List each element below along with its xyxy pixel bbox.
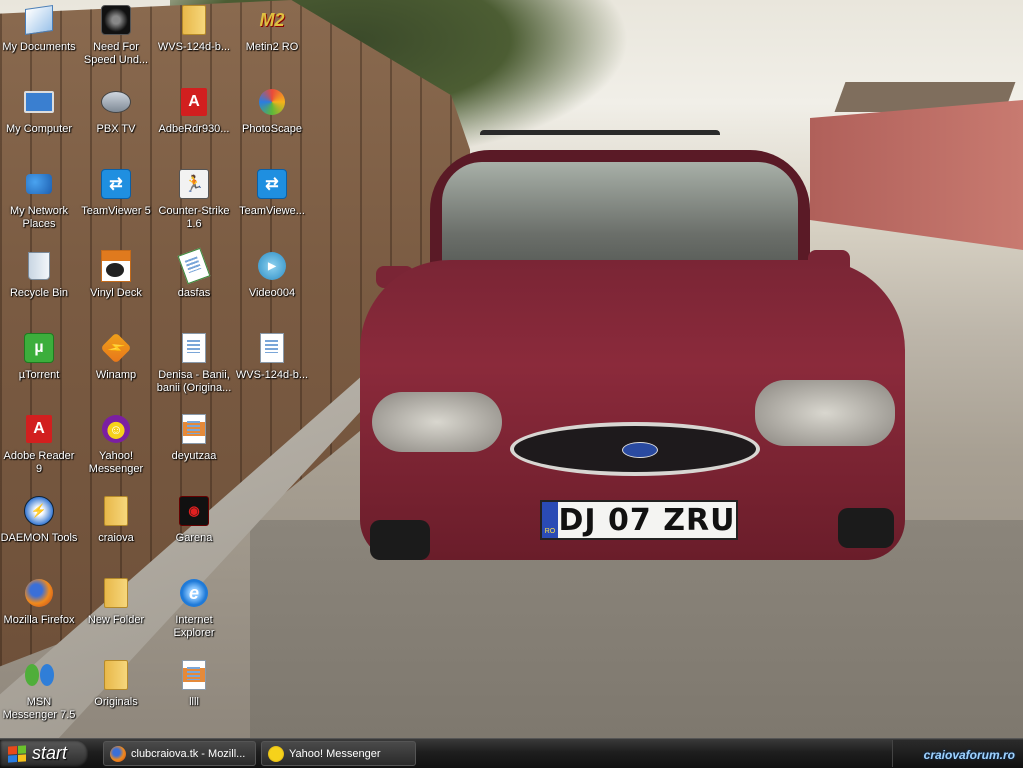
winamp-icon: ⚡	[100, 332, 132, 364]
desktop-icon-counter-strike[interactable]: 🏃 Counter-Strike 1.6	[154, 166, 234, 246]
desktop-icon-yahoo-messenger[interactable]: ☺ Yahoo! Messenger	[76, 411, 156, 491]
image-file-icon	[178, 413, 210, 445]
yahoo-messenger-icon: ☺	[100, 413, 132, 445]
desktop-icon-denisa-audio[interactable]: Denisa - Banii, banii (Origina...	[154, 330, 234, 410]
taskbar-button-label: Yahoo! Messenger	[289, 747, 381, 760]
folder-icon	[100, 495, 132, 527]
audio-file-icon	[178, 332, 210, 364]
recycle-bin-icon	[23, 250, 55, 282]
folder-icon	[178, 4, 210, 36]
msn-messenger-icon	[23, 659, 55, 691]
desktop-icon-llll[interactable]: llll	[154, 657, 234, 737]
teamviewer-icon: ⇄	[256, 168, 288, 200]
desktop-icon-dasfas[interactable]: dasfas	[154, 247, 234, 328]
video-file-icon: ▶	[256, 250, 288, 282]
folder-icon	[100, 659, 132, 691]
desktop: My Documents My Computer My Network Plac…	[0, 0, 1023, 738]
start-button[interactable]: start	[0, 740, 88, 767]
utorrent-icon: µ	[23, 332, 55, 364]
firefox-icon	[110, 745, 126, 762]
desktop-icon-winamp[interactable]: ⚡ Winamp	[76, 330, 156, 410]
desktop-icon-internet-explorer[interactable]: e Internet Explorer	[154, 575, 234, 655]
document-icon	[177, 247, 211, 285]
desktop-icon-teamviewer-2[interactable]: ⇄ TeamViewe...	[232, 166, 312, 246]
desktop-icon-recycle-bin[interactable]: Recycle Bin	[0, 248, 79, 328]
desktop-icon-wvs-document[interactable]: WVS-124d-b...	[232, 330, 312, 410]
system-tray: craiovaforum.ro	[892, 740, 1023, 767]
metin2-icon: M2	[259, 9, 285, 30]
nfs-icon	[100, 4, 132, 36]
garena-icon: ◉	[178, 495, 210, 527]
desktop-icon-network-places[interactable]: My Network Places	[0, 166, 79, 246]
taskbar-button-label: clubcraiova.tk - Mozill...	[131, 747, 246, 760]
desktop-icon-originals-folder[interactable]: Originals	[76, 657, 156, 737]
windows-logo-icon	[8, 744, 26, 763]
desktop-icon-pbx-tv[interactable]: PBX TV	[76, 84, 156, 164]
desktop-icon-daemon-tools[interactable]: ⚡ DAEMON Tools	[0, 493, 79, 573]
folder-icon	[100, 577, 132, 609]
vinyl-deck-icon	[100, 250, 132, 282]
desktop-icon-deyutzaa[interactable]: deyutzaa	[154, 411, 234, 491]
desktop-icon-video004[interactable]: ▶ Video004	[232, 248, 312, 328]
desktop-icon-new-folder[interactable]: New Folder	[76, 575, 156, 655]
desktop-icon-teamviewer[interactable]: ⇄ TeamViewer 5	[76, 166, 156, 246]
network-places-icon	[23, 168, 55, 200]
desktop-icon-wvs-folder[interactable]: WVS-124d-b...	[154, 2, 234, 82]
desktop-icon-my-documents[interactable]: My Documents	[0, 2, 79, 82]
my-computer-icon	[23, 86, 55, 118]
desktop-icon-firefox[interactable]: Mozilla Firefox	[0, 575, 79, 655]
desktop-icon-adberdr[interactable]: A AdbeRdr930...	[154, 84, 234, 164]
desktop-icon-metin2[interactable]: M2 Metin2 RO	[232, 2, 312, 82]
watermark-text: craiovaforum.ro	[923, 748, 1015, 762]
desktop-icon-photoscape[interactable]: PhotoScape	[232, 84, 312, 164]
firefox-icon	[23, 577, 55, 609]
desktop-icon-my-computer[interactable]: My Computer	[0, 84, 79, 164]
taskbar-button-yahoo-messenger[interactable]: Yahoo! Messenger	[261, 741, 416, 766]
my-documents-icon	[23, 4, 55, 36]
yahoo-messenger-icon	[268, 745, 284, 762]
image-file-icon	[178, 659, 210, 691]
start-label: start	[32, 743, 68, 763]
adobe-reader-icon: A	[23, 413, 55, 445]
taskbar: start clubcraiova.tk - Mozill... Yahoo! …	[0, 738, 1023, 768]
teamviewer-icon: ⇄	[100, 168, 132, 200]
desktop-icon-adobe-reader[interactable]: A Adobe Reader 9	[0, 411, 79, 491]
desktop-icon-nfs[interactable]: Need For Speed Und...	[76, 2, 156, 82]
counter-strike-icon: 🏃	[178, 168, 210, 200]
pbx-tv-icon	[100, 86, 132, 118]
document-icon	[256, 332, 288, 364]
photoscape-icon	[256, 86, 288, 118]
internet-explorer-icon: e	[178, 577, 210, 609]
pdf-installer-icon: A	[178, 86, 210, 118]
desktop-icon-vinyl-deck[interactable]: Vinyl Deck	[76, 248, 156, 328]
desktop-icon-utorrent[interactable]: µ µTorrent	[0, 330, 79, 410]
desktop-icon-msn-messenger[interactable]: MSN Messenger 7.5	[0, 657, 79, 737]
daemon-tools-icon: ⚡	[23, 495, 55, 527]
taskbar-button-firefox[interactable]: clubcraiova.tk - Mozill...	[103, 741, 256, 766]
desktop-icon-craiova-folder[interactable]: craiova	[76, 493, 156, 573]
desktop-icon-garena[interactable]: ◉ Garena	[154, 493, 234, 573]
